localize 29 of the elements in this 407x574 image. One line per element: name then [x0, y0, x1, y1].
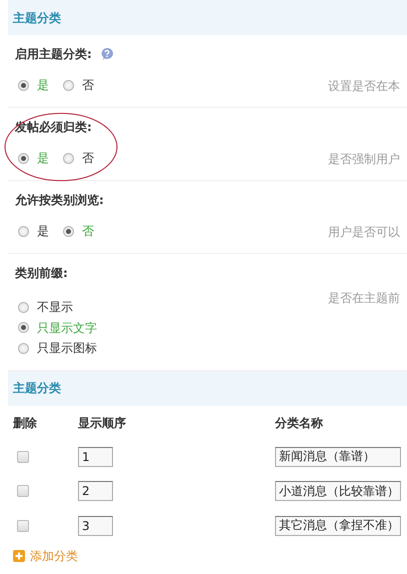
- delete-checkbox[interactable]: [17, 450, 29, 463]
- setting-label: 允许按类别浏览:: [15, 192, 104, 209]
- setting-label: 启用主题分类:: [15, 46, 92, 63]
- name-input[interactable]: 其它消息（拿捏不准）: [275, 516, 401, 536]
- help-icon[interactable]: [100, 47, 114, 61]
- radio-option[interactable]: 只显示图标: [18, 339, 328, 358]
- radio-option[interactable]: 否: [63, 76, 94, 94]
- delete-checkbox[interactable]: [17, 485, 29, 498]
- setting-label: 类别前缀:: [15, 265, 68, 282]
- section-title: 主题分类: [13, 10, 61, 26]
- column-header: 分类名称: [275, 414, 323, 432]
- setting-description: 是否在主题前: [328, 290, 400, 307]
- column-header: 显示顺序: [78, 414, 126, 432]
- setting-label: 发帖必须归类:: [15, 119, 92, 136]
- setting-description: 设置是否在本: [328, 78, 400, 95]
- radio-option[interactable]: 不显示: [18, 298, 328, 316]
- delete-checkbox[interactable]: [17, 520, 29, 532]
- setting-description: 是否强制用户: [328, 151, 400, 168]
- name-input[interactable]: 小道消息（比较靠谱）: [275, 481, 401, 502]
- radio-option[interactable]: 否: [63, 149, 94, 168]
- name-input[interactable]: 新闻消息（靠谱）: [275, 446, 401, 467]
- order-input[interactable]: 1: [78, 446, 113, 467]
- radio-option[interactable]: 是: [18, 222, 49, 240]
- plus-icon: [13, 550, 25, 562]
- section-title: 主题分类: [13, 380, 61, 397]
- order-input[interactable]: 3: [78, 516, 113, 536]
- setting-description: 用户是否可以: [328, 224, 400, 241]
- order-input[interactable]: 2: [78, 481, 113, 502]
- column-header: 删除: [13, 414, 37, 432]
